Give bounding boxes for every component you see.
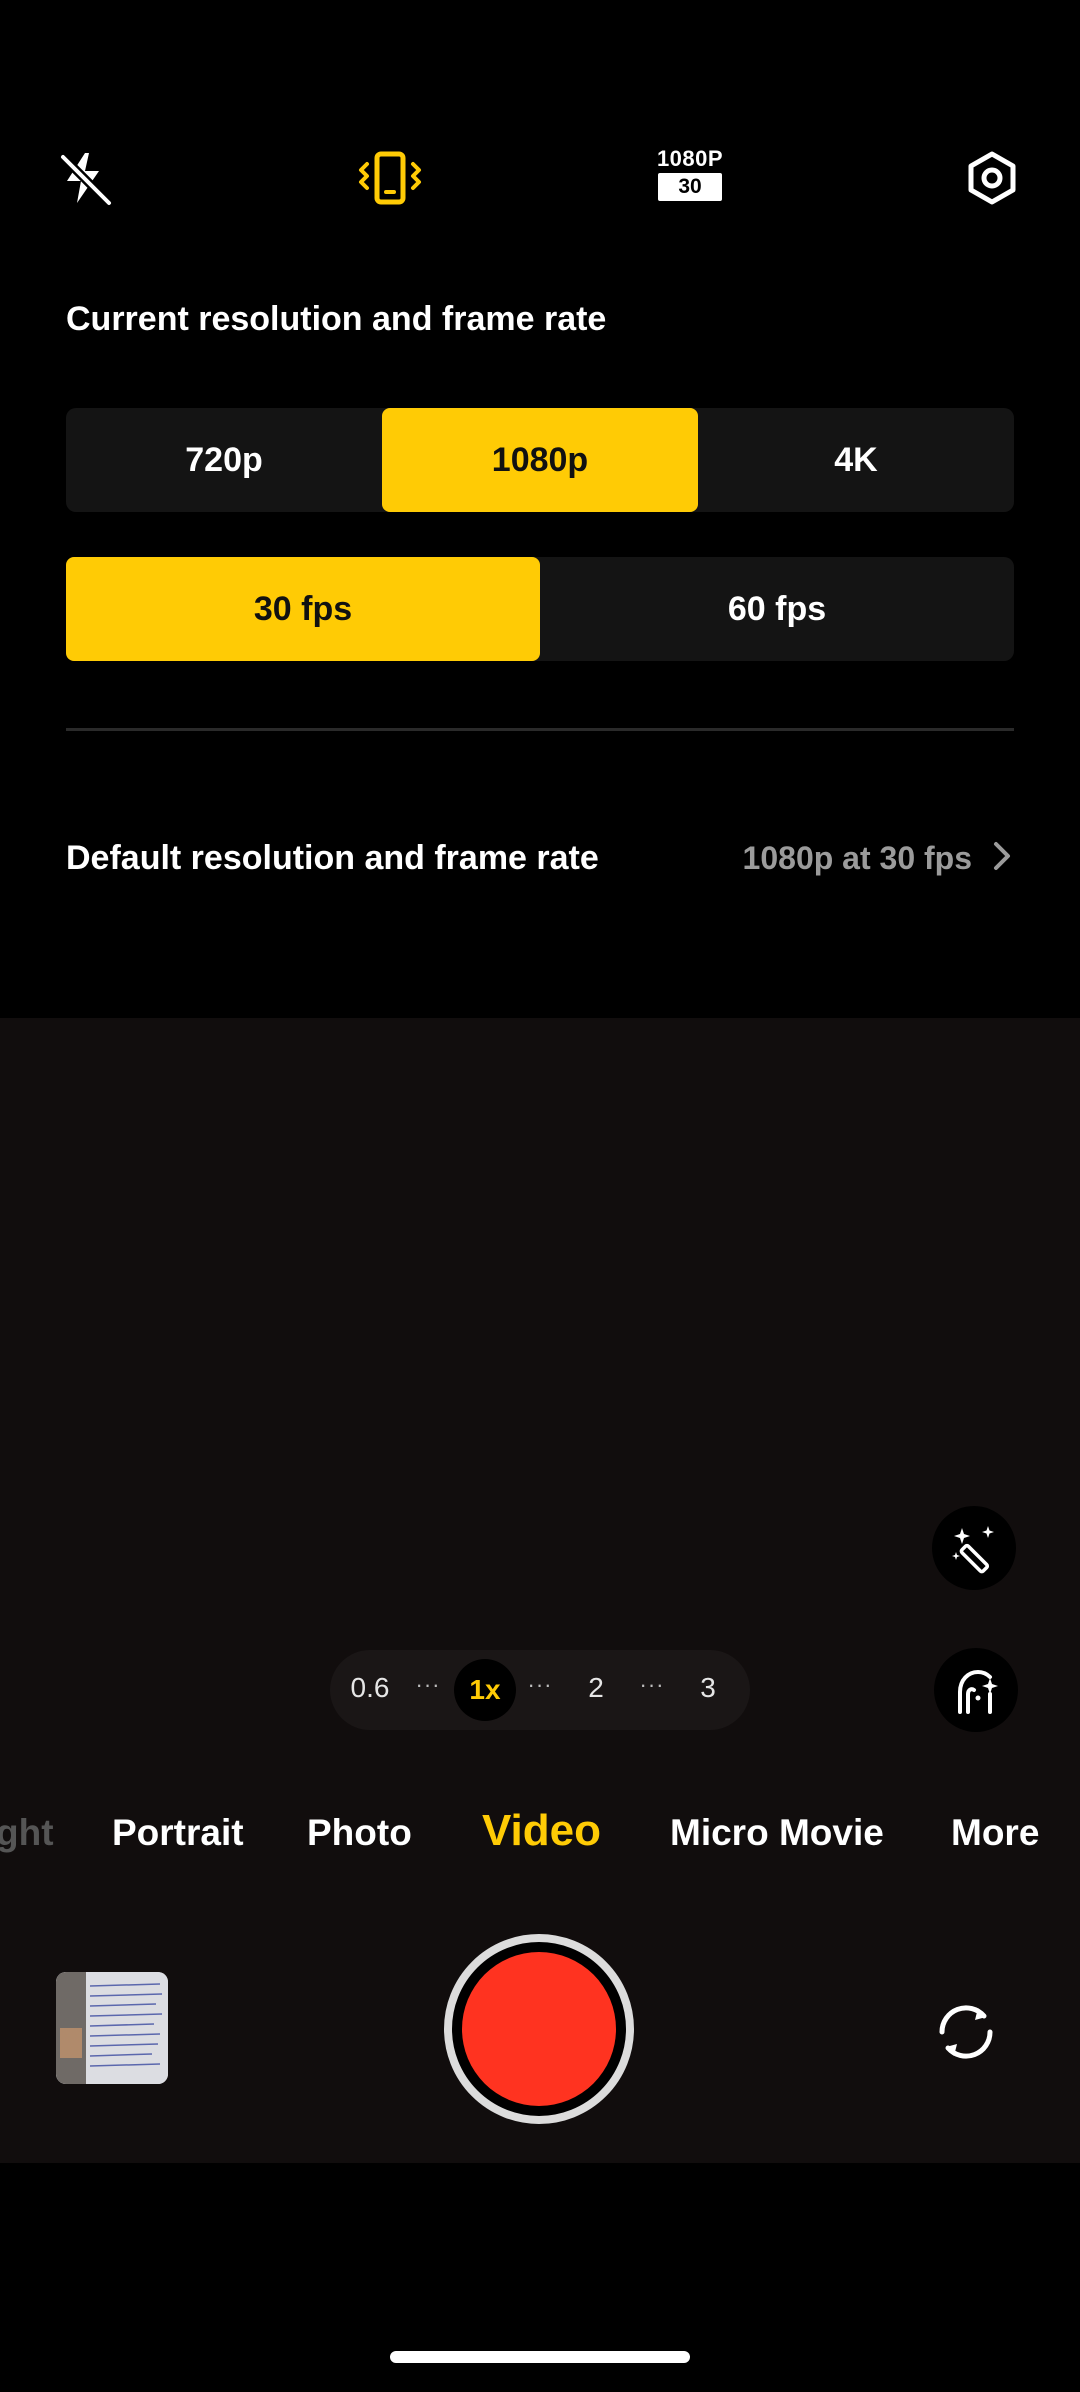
zoom-level-3[interactable]: 3 — [700, 1672, 716, 1704]
magic-wand-button[interactable] — [932, 1506, 1016, 1590]
divider — [66, 728, 1014, 731]
record-button[interactable] — [444, 1934, 634, 2124]
magic-wand-icon — [952, 1526, 994, 1574]
mode-micro-movie[interactable]: Micro Movie — [670, 1812, 884, 1854]
resolution-section-title: Current resolution and frame rate — [66, 300, 607, 338]
fps-option-60[interactable]: 60 fps — [540, 557, 1014, 661]
record-button-inner — [462, 1952, 616, 2106]
fps-option-30[interactable]: 30 fps — [66, 557, 540, 661]
beauty-face-button[interactable] — [934, 1648, 1018, 1732]
resolution-badge[interactable]: 1080P 30 — [652, 148, 728, 204]
default-resolution-label: Default resolution and frame rate — [66, 838, 599, 877]
mode-video[interactable]: Video — [482, 1806, 601, 1856]
switch-camera-button[interactable] — [924, 1990, 1008, 2074]
resolution-option-720p[interactable]: 720p — [66, 408, 382, 512]
switch-camera-icon — [939, 2005, 993, 2059]
home-indicator[interactable] — [390, 2351, 690, 2363]
gallery-thumbnail[interactable] — [56, 1972, 168, 2084]
zoom-level-2[interactable]: 2 — [588, 1672, 604, 1704]
resolution-badge-resolution: 1080P — [656, 146, 724, 171]
zoom-level-0-6[interactable]: 0.6 — [351, 1672, 390, 1704]
zoom-separator: ··· — [415, 1672, 441, 1697]
chevron-right-icon — [990, 840, 1014, 877]
resolution-badge-fps: 30 — [658, 173, 722, 201]
mode-portrait[interactable]: Portrait — [112, 1812, 244, 1854]
zoom-level-1x[interactable]: 1x — [454, 1659, 516, 1721]
zoom-separator: ··· — [527, 1672, 553, 1697]
mode-more[interactable]: More — [951, 1812, 1039, 1854]
default-resolution-row[interactable]: Default resolution and frame rate 1080p … — [66, 820, 1014, 896]
settings-icon[interactable] — [958, 144, 1026, 212]
resolution-selector: 720p 1080p 4K — [66, 408, 1014, 512]
mode-photo[interactable]: Photo — [307, 1812, 412, 1854]
frame-rate-selector: 30 fps 60 fps — [66, 557, 1014, 661]
beauty-face-icon — [958, 1669, 998, 1714]
resolution-option-4k[interactable]: 4K — [698, 408, 1014, 512]
zoom-separator: ··· — [639, 1672, 665, 1697]
flash-off-icon[interactable] — [52, 144, 120, 212]
default-resolution-value: 1080p at 30 fps — [742, 839, 972, 876]
mode-night[interactable]: ght — [0, 1812, 54, 1854]
stabilization-icon[interactable] — [352, 144, 428, 212]
resolution-option-1080p[interactable]: 1080p — [382, 408, 698, 512]
